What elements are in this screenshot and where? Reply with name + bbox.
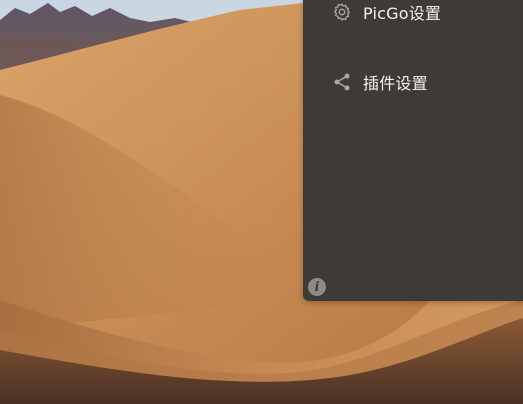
menu-item-label: 插件设置 — [363, 74, 428, 93]
info-icon[interactable]: i — [308, 278, 326, 296]
menu-item-picgo-settings[interactable]: PicGo设置 — [331, 0, 441, 25]
info-glyph: i — [314, 279, 320, 295]
picgo-menu-panel: PicGo设置 插件设置 i — [303, 0, 523, 301]
menu-item-label: PicGo设置 — [363, 4, 442, 23]
gear-icon — [331, 1, 353, 23]
share-icon — [331, 71, 353, 93]
menu-item-plugin-settings[interactable]: 插件设置 — [331, 69, 428, 95]
